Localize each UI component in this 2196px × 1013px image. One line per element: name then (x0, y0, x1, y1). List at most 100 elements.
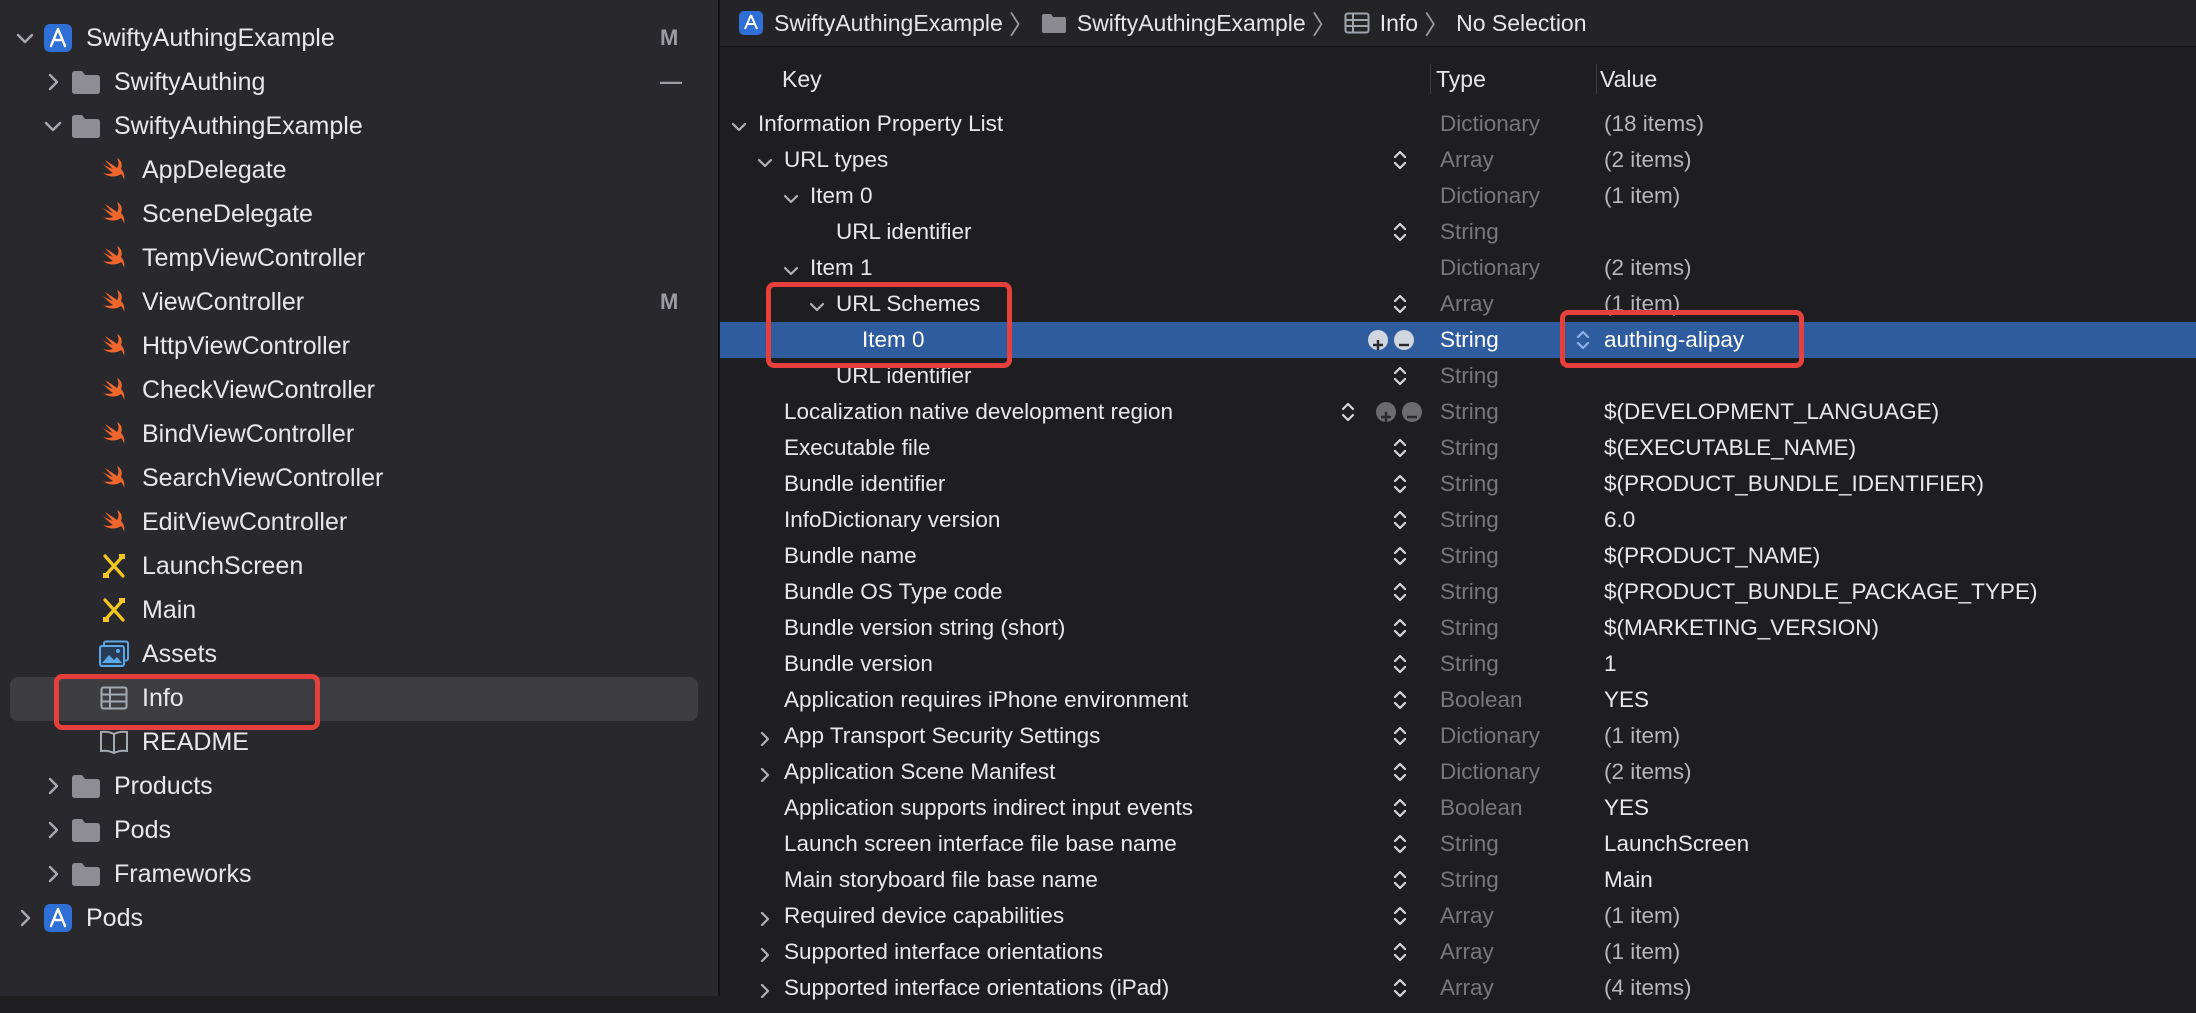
plist-type[interactable]: String (1440, 574, 1499, 610)
column-divider[interactable] (1596, 64, 1597, 94)
plist-row[interactable]: URL types Array (2 items) (720, 142, 2196, 178)
project-icon[interactable] (738, 10, 764, 36)
plist-row[interactable]: Application Scene Manifest Dictionary (2 i… (720, 754, 2196, 790)
type-stepper-icon[interactable] (1392, 687, 1408, 713)
plist-key[interactable]: Application Scene Manifest (784, 754, 1055, 790)
plist-row[interactable]: Information Property List Dictionary (18 i… (720, 106, 2196, 142)
plist-row[interactable]: Main storyboard file base name String Main (720, 862, 2196, 898)
chevron-right-icon[interactable] (14, 907, 36, 929)
plist-value[interactable]: YES (1604, 682, 1649, 718)
navigator-item[interactable]: Frameworks (0, 852, 718, 896)
plist-row[interactable]: Item 0 Dictionary (1 item) (720, 178, 2196, 214)
navigator-item[interactable]: Products (0, 764, 718, 808)
type-stepper-icon[interactable] (1392, 651, 1408, 677)
plist-key[interactable]: Bundle name (784, 538, 917, 574)
plist-value[interactable]: (1 item) (1604, 934, 1680, 970)
plist-key[interactable]: Launch screen interface file base name (784, 826, 1177, 862)
type-stepper-icon[interactable] (1392, 975, 1408, 1001)
navigator-item[interactable]: EditViewController (0, 500, 718, 544)
plist-type[interactable]: Boolean (1440, 682, 1523, 718)
navigator-item[interactable]: SceneDelegate (0, 192, 718, 236)
plist-key[interactable]: Information Property List (758, 106, 1003, 142)
plist-value[interactable]: 1 (1604, 646, 1617, 682)
type-stepper-icon[interactable] (1392, 831, 1408, 857)
plist-row[interactable]: Application requires iPhone environment B… (720, 682, 2196, 718)
type-stepper-icon[interactable] (1392, 795, 1408, 821)
type-stepper-icon[interactable] (1392, 543, 1408, 569)
plist-key[interactable]: Supported interface orientations (iPad) (784, 970, 1169, 1006)
chevron-right-icon[interactable] (754, 905, 776, 927)
plist-type[interactable]: Dictionary (1440, 250, 1540, 286)
add-item-icon[interactable] (1368, 330, 1388, 350)
chevron-down-icon[interactable] (754, 149, 776, 171)
type-stepper-icon[interactable] (1392, 291, 1408, 317)
type-stepper-icon[interactable] (1392, 507, 1408, 533)
chevron-down-icon[interactable] (42, 115, 64, 137)
column-divider[interactable] (1430, 64, 1431, 94)
plist-row[interactable]: InfoDictionary version String 6.0 (720, 502, 2196, 538)
plist-type[interactable]: String (1440, 214, 1499, 250)
navigator-item[interactable]: Main (0, 588, 718, 632)
type-stepper-icon[interactable] (1392, 435, 1408, 461)
chevron-right-icon[interactable] (42, 775, 64, 797)
breadcrumb-project[interactable]: SwiftyAuthingExample (774, 10, 1003, 37)
column-value-header[interactable]: Value (1600, 58, 1657, 100)
plist-type[interactable]: String (1440, 430, 1499, 466)
plist-value[interactable]: (1 item) (1604, 898, 1680, 934)
type-stepper-icon[interactable] (1392, 579, 1408, 605)
plist-value[interactable]: (2 items) (1604, 250, 1692, 286)
chevron-right-icon[interactable] (42, 71, 64, 93)
plist-key[interactable]: Bundle version (784, 646, 933, 682)
navigator-item[interactable]: HttpViewController (0, 324, 718, 368)
navigator-item[interactable]: CheckViewController (0, 368, 718, 412)
type-stepper-icon[interactable] (1392, 471, 1408, 497)
type-stepper-icon[interactable] (1392, 759, 1408, 785)
plist-value[interactable]: (2 items) (1604, 754, 1692, 790)
breadcrumb-file[interactable]: Info (1380, 10, 1418, 37)
plist-value[interactable]: (18 items) (1604, 106, 1704, 142)
plist-value[interactable]: (1 item) (1604, 718, 1680, 754)
plist-row[interactable]: Bundle name String $(PRODUCT_NAME) (720, 538, 2196, 574)
navigator-item[interactable]: AppDelegate (0, 148, 718, 192)
plist-type[interactable]: String (1440, 358, 1499, 394)
plist-row[interactable]: Application supports indirect input even… (720, 790, 2196, 826)
plist-value[interactable]: $(DEVELOPMENT_LANGUAGE) (1604, 394, 1939, 430)
plist-key[interactable]: App Transport Security Settings (784, 718, 1100, 754)
plist-row[interactable]: Bundle identifier String $(PRODUCT_BUNDLE_… (720, 466, 2196, 502)
chevron-down-icon[interactable] (728, 113, 750, 135)
chevron-right-icon[interactable] (42, 863, 64, 885)
remove-item-icon[interactable] (1402, 402, 1422, 422)
plist-type[interactable]: Array (1440, 970, 1494, 1006)
navigator-item[interactable]: LaunchScreen (0, 544, 718, 588)
navigator-item[interactable]: Pods (0, 808, 718, 852)
plist-type[interactable]: String (1440, 862, 1499, 898)
plist-key[interactable]: Item 0 (810, 178, 873, 214)
plist-row[interactable]: Item 1 Dictionary (2 items) (720, 250, 2196, 286)
plist-type[interactable]: Array (1440, 286, 1494, 322)
plist-type[interactable]: String (1440, 466, 1499, 502)
plist-type[interactable]: Boolean (1440, 790, 1523, 826)
plist-type[interactable]: String (1440, 538, 1499, 574)
plist-key[interactable]: Item 1 (810, 250, 873, 286)
plist-value[interactable]: 6.0 (1604, 502, 1635, 538)
column-key-header[interactable]: Key (782, 58, 822, 100)
chevron-down-icon[interactable] (780, 185, 802, 207)
plist-key[interactable]: Required device capabilities (784, 898, 1064, 934)
navigator-item[interactable]: SwiftyAuthingExample M (0, 16, 718, 60)
plist-key[interactable]: URL types (784, 142, 888, 178)
plist-row[interactable]: Required device capabilities Array (1 item… (720, 898, 2196, 934)
plist-type[interactable]: Dictionary (1440, 178, 1540, 214)
plist-row[interactable]: Bundle version String 1 (720, 646, 2196, 682)
plist-value[interactable]: (1 item) (1604, 178, 1680, 214)
plist-row[interactable]: Localization native development region St… (720, 394, 2196, 430)
chevron-right-icon[interactable] (42, 819, 64, 841)
plist-type[interactable]: String (1440, 502, 1499, 538)
plist-key[interactable]: Bundle version string (short) (784, 610, 1065, 646)
plist-key[interactable]: Localization native development region (784, 394, 1173, 430)
plist-type[interactable]: Array (1440, 934, 1494, 970)
plist-value[interactable]: $(MARKETING_VERSION) (1604, 610, 1879, 646)
chevron-down-icon[interactable] (780, 257, 802, 279)
type-stepper-icon[interactable] (1392, 219, 1408, 245)
plist-type[interactable]: Dictionary (1440, 754, 1540, 790)
plist-value[interactable]: $(PRODUCT_NAME) (1604, 538, 1820, 574)
